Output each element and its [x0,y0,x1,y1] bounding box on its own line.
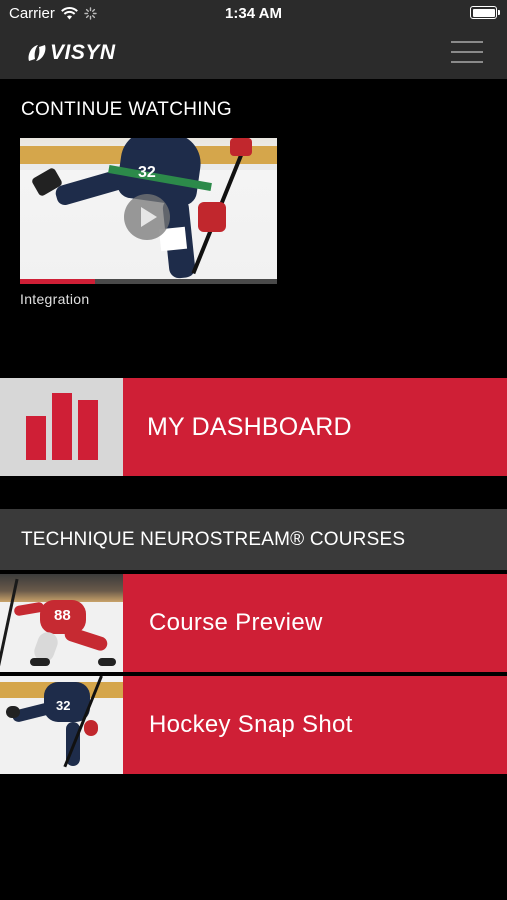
course-label: Course Preview [123,574,507,672]
video-title: Integration [20,291,90,307]
dashboard-label: MY DASHBOARD [123,378,507,476]
video-progress-fill [20,279,95,284]
thumbnail-jersey-number: 88 [54,607,71,624]
visyn-logo-mark-icon [28,45,46,61]
play-button[interactable] [124,194,170,240]
menu-line-icon [451,51,483,53]
menu-line-icon [451,61,483,63]
hamburger-menu-button[interactable] [451,39,483,65]
app-header: VISYN [0,28,507,79]
play-icon [141,207,157,227]
dashboard-bar-chart-icon [0,378,123,476]
my-dashboard-button[interactable]: MY DASHBOARD [0,378,507,476]
status-bar: Carrier 1:34 AM [0,0,507,28]
visyn-logo[interactable]: VISYN [26,41,116,65]
course-thumbnail: 88 [0,574,123,672]
course-label: Hockey Snap Shot [123,676,507,774]
continue-watching-video-card[interactable]: 32 [20,138,277,284]
video-progress-bar [20,279,277,284]
courses-section-header: TECHNIQUE NEUROSTREAM® COURSES [0,509,507,570]
course-thumbnail: 32 [0,676,123,774]
status-time: 1:34 AM [225,5,282,22]
course-item-course-preview[interactable]: 88 Course Preview [0,574,507,672]
battery-icon [470,6,500,19]
logo-text: VISYN [50,41,116,64]
continue-watching-title: CONTINUE WATCHING [21,99,232,120]
thumbnail-jersey-number: 32 [56,698,71,713]
menu-line-icon [451,41,483,43]
video-thumbnail: 32 [20,138,277,279]
course-item-hockey-snap-shot[interactable]: 32 Hockey Snap Shot [0,676,507,774]
thumbnail-jersey-number: 32 [138,164,156,181]
